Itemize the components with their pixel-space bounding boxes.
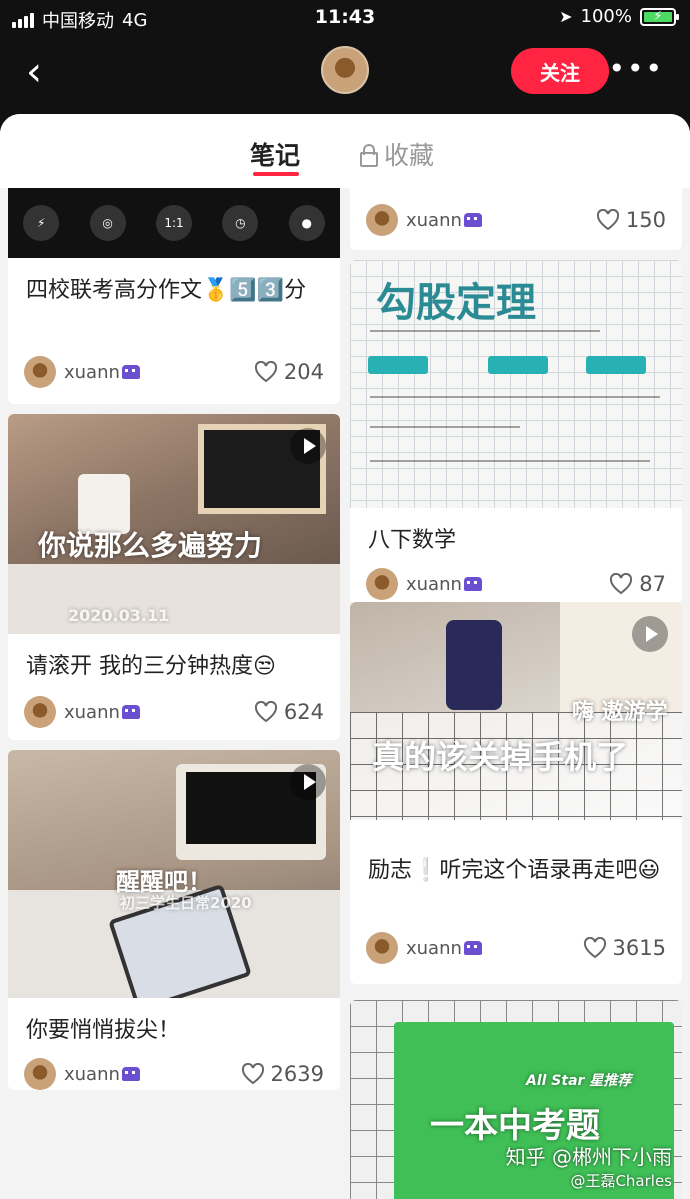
note-title: 八下数学 (368, 528, 457, 553)
more-icon[interactable]: ••• (608, 52, 664, 85)
like-button[interactable]: 624 (254, 700, 324, 724)
battery-percent: 100% (580, 6, 632, 27)
location-icon: ➤ (559, 7, 573, 26)
status-bar: 中国移动 4G 11:43 ➤ 100% ⚡ (0, 0, 690, 36)
lock-icon (360, 144, 378, 167)
ratio-icon: 1:1 (155, 205, 192, 241)
note-title: 请滚开 我的三分钟热度😒 (26, 654, 276, 679)
heart-icon (610, 573, 633, 595)
like-button[interactable]: 204 (254, 360, 324, 384)
note-meta: xuann 2639 (24, 1058, 324, 1090)
note-card[interactable]: 嗨 遨游学 真的该关掉手机了 励志❕听完这个语录再走吧😃 xuann 3615 (350, 602, 682, 984)
avatar[interactable] (24, 356, 56, 388)
alien-badge-icon (463, 941, 482, 955)
heart-icon (241, 1063, 264, 1085)
author-name[interactable]: xuann (406, 574, 462, 595)
alien-badge-icon (463, 213, 482, 227)
like-count: 87 (639, 572, 666, 596)
note-card[interactable]: 勾股定理 八下数学 xuann 87 (350, 260, 682, 604)
heart-icon (254, 701, 277, 723)
video-date: 2020.03.11 (68, 606, 170, 625)
book-tag: All Star 星推荐 (526, 1073, 632, 1089)
video-tag: 嗨 遨游学 (572, 700, 668, 725)
like-button[interactable]: 87 (609, 572, 666, 596)
play-icon[interactable] (632, 616, 668, 652)
note-title: 四校联考高分作文🥇5️⃣3️⃣分 (26, 278, 307, 303)
watermark-line1: 知乎 @郴州下小雨 (505, 1145, 672, 1169)
tab-notes[interactable]: 笔记 (250, 136, 300, 172)
note-meta: xuann 87 (366, 568, 666, 600)
avatar[interactable] (321, 46, 369, 94)
note-meta: xuann 204 (24, 356, 324, 388)
like-count: 150 (625, 208, 666, 232)
note-card[interactable]: 醒醒吧！ 初三学生日常2020 你要悄悄拔尖！ xuann 2639 (8, 750, 340, 1090)
tab-active-indicator (253, 172, 299, 176)
like-button[interactable]: 3615 (583, 936, 666, 960)
timer-icon: ◷ (222, 205, 259, 241)
note-card[interactable]: ⚡ ◎ 1:1 ◷ ● 四校联考高分作文🥇5️⃣3️⃣分 xuann 204 (8, 188, 340, 404)
live-off-icon: ◎ (89, 205, 126, 241)
video-date: 初三学生日常2020 (120, 894, 252, 912)
tab-bar: 笔记 收藏 (0, 114, 690, 188)
back-icon[interactable]: ‹ (26, 52, 56, 92)
watermark: 知乎 @郴州下小雨 @王磊Charles (506, 1141, 672, 1191)
note-meta: xuann 3615 (366, 932, 666, 964)
like-button[interactable]: 150 (596, 208, 666, 232)
author-name[interactable]: xuann (406, 938, 462, 959)
alien-badge-icon (121, 705, 140, 719)
flash-off-icon: ⚡ (23, 205, 60, 241)
tab-favorites-label: 收藏 (384, 141, 435, 170)
like-count: 3615 (612, 936, 666, 960)
alien-badge-icon (121, 1067, 140, 1081)
book-title: 一本中考题 (430, 1106, 600, 1146)
like-count: 204 (283, 360, 324, 384)
watermark-line2: @王磊Charles (570, 1172, 672, 1190)
video-caption: 你说那么多遍努力 (38, 529, 263, 562)
like-button[interactable]: 2639 (241, 1062, 324, 1086)
like-count: 624 (283, 700, 324, 724)
battery-icon: ⚡ (640, 7, 679, 26)
alien-badge-icon (463, 577, 482, 591)
note-title: 励志❕听完这个语录再走吧😃 (368, 858, 661, 883)
note-card[interactable]: xuann 150 (350, 188, 682, 250)
notes-sheet: 笔记 收藏 ⚡ ◎ 1:1 ◷ ● 四校联考高分作文🥇5️⃣3️⃣分 xuann (0, 114, 690, 1199)
author-name[interactable]: xuann (64, 1064, 120, 1085)
heart-icon (596, 209, 619, 231)
card-image: 你说那么多遍努力 2020.03.11 (8, 414, 340, 634)
avatar[interactable] (24, 696, 56, 728)
author-name[interactable]: xuann (64, 702, 120, 723)
card-image: 勾股定理 (350, 260, 682, 508)
author-name[interactable]: xuann (406, 210, 462, 231)
note-meta: xuann 150 (366, 204, 666, 236)
profile-header: ‹ 关注 ••• (0, 36, 690, 116)
play-icon[interactable] (290, 764, 326, 800)
filter-icon: ● (288, 205, 325, 241)
avatar[interactable] (366, 568, 398, 600)
avatar[interactable] (24, 1058, 56, 1090)
image-heading: 勾股定理 (376, 280, 536, 326)
avatar[interactable] (366, 932, 398, 964)
alien-badge-icon (121, 365, 140, 379)
note-card[interactable]: 你说那么多遍努力 2020.03.11 请滚开 我的三分钟热度😒 xuann 6… (8, 414, 340, 740)
author-name[interactable]: xuann (64, 362, 120, 383)
avatar[interactable] (366, 204, 398, 236)
heart-icon (254, 361, 277, 383)
card-image: 嗨 遨游学 真的该关掉手机了 (350, 602, 682, 820)
card-image: 醒醒吧！ 初三学生日常2020 (8, 750, 340, 998)
play-icon[interactable] (290, 428, 326, 464)
video-caption: 真的该关掉手机了 (372, 738, 629, 776)
tab-favorites[interactable]: 收藏 (360, 136, 434, 172)
follow-button[interactable]: 关注 (511, 48, 609, 94)
like-count: 2639 (270, 1062, 324, 1086)
heart-icon (583, 937, 606, 959)
card-image: ⚡ ◎ 1:1 ◷ ● (8, 188, 340, 258)
note-title: 你要悄悄拔尖！ (26, 1018, 181, 1043)
note-meta: xuann 624 (24, 696, 324, 728)
